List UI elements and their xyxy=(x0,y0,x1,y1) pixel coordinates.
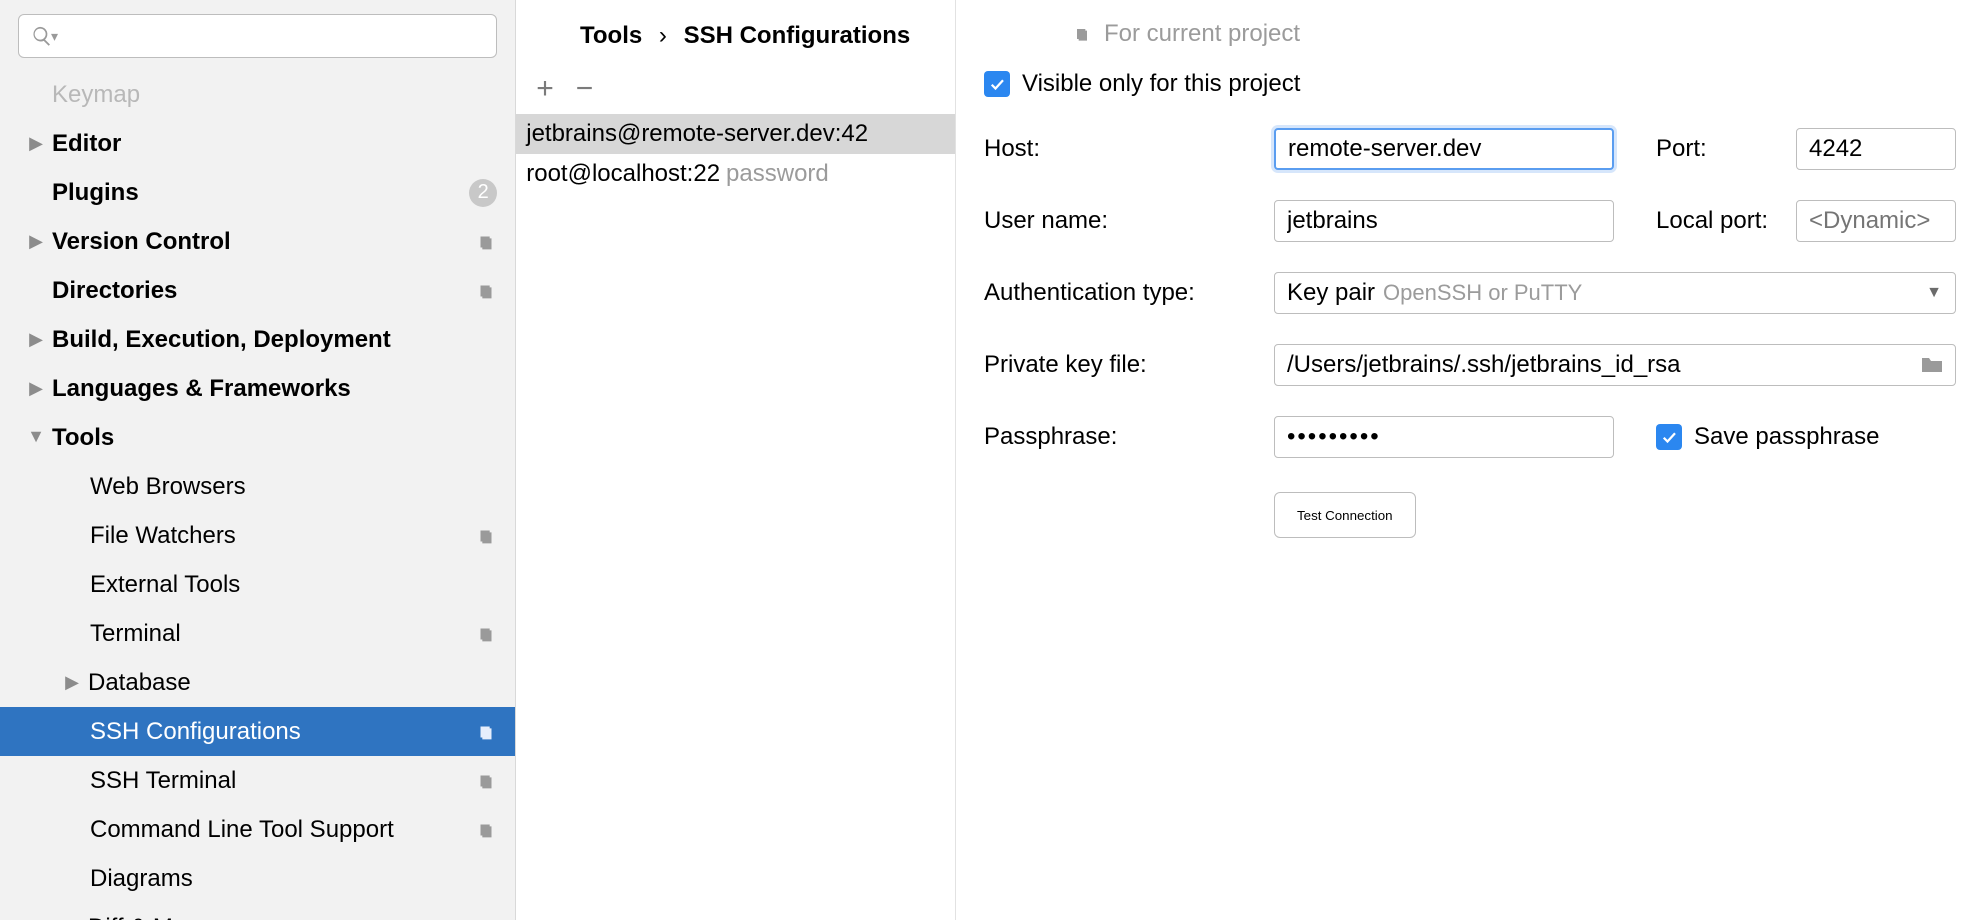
expand-arrow-icon: ▶ xyxy=(62,672,82,693)
expand-arrow-icon: ▶ xyxy=(26,231,46,252)
remove-button[interactable]: − xyxy=(576,74,594,104)
private-key-label: Private key file: xyxy=(984,351,1274,379)
sidebar-item-file-watchers[interactable]: File Watchers xyxy=(0,511,515,560)
sidebar-item-label: Terminal xyxy=(90,620,467,648)
sidebar-item-web-browsers[interactable]: Web Browsers xyxy=(0,462,515,511)
sidebar-item-label: Build, Execution, Deployment xyxy=(52,326,497,354)
breadcrumb-leaf: SSH Configurations xyxy=(684,22,911,49)
sidebar-item-version-control[interactable]: ▶ Version Control xyxy=(0,217,515,266)
sidebar-item-ssh-terminal[interactable]: SSH Terminal xyxy=(0,756,515,805)
passphrase-label: Passphrase: xyxy=(984,423,1274,451)
config-list: jetbrains@remote-server.dev:42 root@local… xyxy=(516,114,955,920)
sidebar-item-build-execution-deployment[interactable]: ▶ Build, Execution, Deployment xyxy=(0,315,515,364)
sidebar-item-diff-merge[interactable]: ▶Diff & Merge xyxy=(0,903,515,920)
config-row-text: jetbrains@remote-server.dev:42 xyxy=(526,120,868,147)
sidebar-item-command-line-tool-support[interactable]: Command Line Tool Support xyxy=(0,805,515,854)
sidebar-item-label: External Tools xyxy=(90,571,497,599)
sidebar-item-label: Directories xyxy=(52,277,467,305)
expand-arrow-icon: ▶ xyxy=(26,329,46,350)
expand-arrow-icon: ▼ xyxy=(26,426,46,447)
port-label: Port: xyxy=(1656,135,1796,163)
sidebar-item-label: Command Line Tool Support xyxy=(90,816,467,844)
sidebar-item-label: Plugins xyxy=(52,179,461,207)
count-badge: 2 xyxy=(469,179,497,207)
sidebar-item-label: Languages & Frameworks xyxy=(52,375,497,403)
settings-tree: Keymap ▶ Editor Plugins 2 ▶ Version Control Dir… xyxy=(0,68,515,920)
local-port-label: Local port: xyxy=(1656,207,1796,235)
config-row-text: root@localhost:22 xyxy=(526,160,720,187)
config-row-hint: password xyxy=(720,160,829,187)
sidebar-item-external-tools[interactable]: External Tools xyxy=(0,560,515,609)
test-connection-button[interactable]: Test Connection xyxy=(1274,492,1416,538)
sidebar-item-tools[interactable]: ▼ Tools xyxy=(0,413,515,462)
sidebar-item-label: Tools xyxy=(52,424,497,452)
sidebar-item-plugins[interactable]: Plugins 2 xyxy=(0,168,515,217)
sidebar-item-label: Diff & Merge xyxy=(88,914,497,920)
search-icon xyxy=(31,25,53,47)
username-input[interactable] xyxy=(1274,200,1614,242)
sidebar-item-directories[interactable]: Directories xyxy=(0,266,515,315)
sidebar-item-label: Diagrams xyxy=(90,865,497,893)
username-label: User name: xyxy=(984,207,1274,235)
visible-only-checkbox[interactable] xyxy=(984,71,1010,97)
expand-arrow-icon: ▶ xyxy=(26,378,46,399)
sidebar-item-languages-frameworks[interactable]: ▶ Languages & Frameworks xyxy=(0,364,515,413)
sidebar-item-editor[interactable]: ▶ Editor xyxy=(0,119,515,168)
sidebar-item-database[interactable]: ▶ Database xyxy=(0,658,515,707)
sidebar-item-diagrams[interactable]: Diagrams xyxy=(0,854,515,903)
search-input[interactable]: ▾ xyxy=(18,14,497,58)
sidebar-item-label: File Watchers xyxy=(90,522,467,550)
scope-hint: For current project xyxy=(1072,20,1300,48)
config-row[interactable]: root@localhost:22password xyxy=(516,154,955,194)
breadcrumb-root[interactable]: Tools xyxy=(580,22,642,49)
breadcrumb-separator: › xyxy=(649,22,677,49)
breadcrumb: Tools › SSH Configurations xyxy=(580,22,910,50)
sidebar-item-label: Database xyxy=(88,669,497,697)
settings-sidebar: ▾ Keymap ▶ Editor Plugins 2 ▶ Version Control D… xyxy=(0,0,516,920)
list-toolbar: + − xyxy=(516,70,955,114)
sidebar-item-label: Web Browsers xyxy=(90,473,497,501)
add-button[interactable]: + xyxy=(536,74,554,104)
sidebar-item-label: SSH Configurations xyxy=(90,718,467,746)
detail-panel: For current project Visible only for thi… xyxy=(956,0,1984,920)
save-passphrase-checkbox[interactable] xyxy=(1656,424,1682,450)
auth-type-label: Authentication type: xyxy=(984,279,1274,307)
auth-type-select[interactable]: Key pair OpenSSH or PuTTY ▼ xyxy=(1274,272,1956,314)
sidebar-item-terminal[interactable]: Terminal xyxy=(0,609,515,658)
sidebar-item-label: Keymap xyxy=(52,81,497,109)
sidebar-item-label: Editor xyxy=(52,130,497,158)
chevron-down-icon: ▼ xyxy=(1926,284,1942,302)
sidebar-item-ssh-configurations[interactable]: SSH Configurations xyxy=(0,707,515,756)
config-row[interactable]: jetbrains@remote-server.dev:42 xyxy=(516,114,955,154)
save-passphrase-label: Save passphrase xyxy=(1694,423,1879,451)
sidebar-item-label: Version Control xyxy=(52,228,467,256)
config-list-panel: Tools › SSH Configurations + − jetbrains… xyxy=(516,0,956,920)
folder-icon[interactable] xyxy=(1920,355,1944,375)
private-key-input[interactable] xyxy=(1274,344,1956,386)
host-input[interactable] xyxy=(1274,128,1614,170)
copy-icon xyxy=(1072,24,1092,44)
sidebar-item-label: SSH Terminal xyxy=(90,767,467,795)
port-input[interactable] xyxy=(1796,128,1956,170)
sidebar-item-keymap[interactable]: Keymap xyxy=(0,70,515,119)
passphrase-input[interactable] xyxy=(1274,416,1614,458)
host-label: Host: xyxy=(984,135,1274,163)
local-port-input[interactable] xyxy=(1796,200,1956,242)
expand-arrow-icon: ▶ xyxy=(26,133,46,154)
